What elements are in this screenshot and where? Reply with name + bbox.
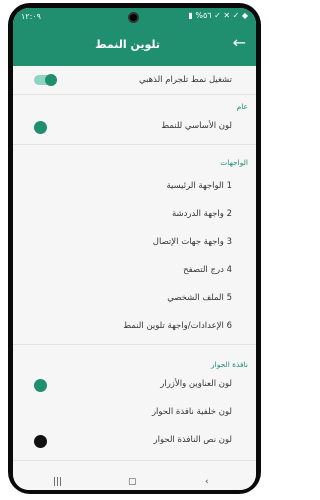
dialog-titles-color-swatch[interactable] bbox=[34, 379, 47, 392]
interface-item-5[interactable]: 5 الملف الشخصي bbox=[13, 286, 256, 314]
dialog-item-label: لون العناوين والأزرار bbox=[160, 379, 232, 389]
interface-item-label: 2 واجهة الدردشة bbox=[171, 209, 232, 219]
toggle-thumb bbox=[45, 74, 57, 86]
section-dialog: نافذة الحوار bbox=[211, 360, 248, 369]
device: ▮ %٥٦ ✓ ✕ ✓ ◆ ١٢:٠٩ تلوين النمط ← تشغيل … bbox=[0, 0, 269, 500]
enable-theme-label: تشغيل نمط تلجرام الذهبي bbox=[138, 75, 232, 85]
back-icon[interactable]: ‹ bbox=[205, 477, 209, 487]
interface-item-label: 4 درج التصفح bbox=[183, 265, 232, 275]
screen: ▮ %٥٦ ✓ ✕ ✓ ◆ ١٢:٠٩ تلوين النمط ← تشغيل … bbox=[13, 8, 256, 490]
front-camera bbox=[128, 12, 139, 23]
system-nav-bar: ||| ▢ ‹ bbox=[13, 476, 256, 490]
page-title: تلوين النمط bbox=[95, 38, 160, 51]
home-icon[interactable]: ▢ bbox=[128, 477, 137, 487]
interface-item-label: 3 واجهة جهات الإتصال bbox=[152, 237, 232, 247]
dialog-item-titles[interactable]: لون العناوين والأزرار bbox=[13, 372, 256, 400]
arrow-left-icon[interactable]: ← bbox=[233, 35, 246, 51]
divider bbox=[13, 460, 256, 461]
base-color-swatch[interactable] bbox=[34, 121, 47, 134]
divider bbox=[13, 144, 256, 145]
app-bar: تلوين النمط ← bbox=[13, 28, 256, 66]
dialog-item-text[interactable]: لون نص النافذة الحوار bbox=[13, 428, 256, 456]
base-color-row[interactable]: لون الأساسي للنمط bbox=[13, 114, 256, 142]
status-bar: ▮ %٥٦ ✓ ✕ ✓ ◆ ١٢:٠٩ bbox=[13, 8, 256, 28]
interface-item-label: 1 الواجهة الرئيسية bbox=[166, 181, 232, 191]
interface-item-label: 6 الإعدادات/واجهة تلوين النمط bbox=[123, 321, 232, 331]
dialog-item-background[interactable]: لون خلفية نافذة الحوار bbox=[13, 400, 256, 428]
dialog-item-label: لون خلفية نافذة الحوار bbox=[151, 407, 232, 417]
interface-item-4[interactable]: 4 درج التصفح bbox=[13, 258, 256, 286]
enable-theme-row[interactable]: تشغيل نمط تلجرام الذهبي bbox=[13, 66, 256, 94]
interface-item-3[interactable]: 3 واجهة جهات الإتصال bbox=[13, 230, 256, 258]
section-general: عام bbox=[236, 102, 248, 111]
dialog-text-color-swatch[interactable] bbox=[34, 435, 47, 448]
status-icons: ▮ %٥٦ ✓ ✕ ✓ ◆ bbox=[188, 11, 248, 20]
section-interfaces: الواجهات bbox=[220, 158, 248, 167]
recent-apps-icon[interactable]: ||| bbox=[53, 477, 62, 487]
base-color-label: لون الأساسي للنمط bbox=[161, 121, 232, 131]
status-time: ١٢:٠٩ bbox=[21, 12, 41, 21]
divider bbox=[13, 344, 256, 345]
interface-item-label: 5 الملف الشخصي bbox=[167, 293, 232, 303]
settings-list: تشغيل نمط تلجرام الذهبي عام لون الأساسي … bbox=[13, 66, 256, 476]
interface-item-6[interactable]: 6 الإعدادات/واجهة تلوين النمط bbox=[13, 314, 256, 342]
dialog-item-label: لون نص النافذة الحوار bbox=[153, 435, 233, 445]
interface-item-2[interactable]: 2 واجهة الدردشة bbox=[13, 202, 256, 230]
interface-item-1[interactable]: 1 الواجهة الرئيسية bbox=[13, 174, 256, 202]
divider bbox=[13, 94, 256, 95]
